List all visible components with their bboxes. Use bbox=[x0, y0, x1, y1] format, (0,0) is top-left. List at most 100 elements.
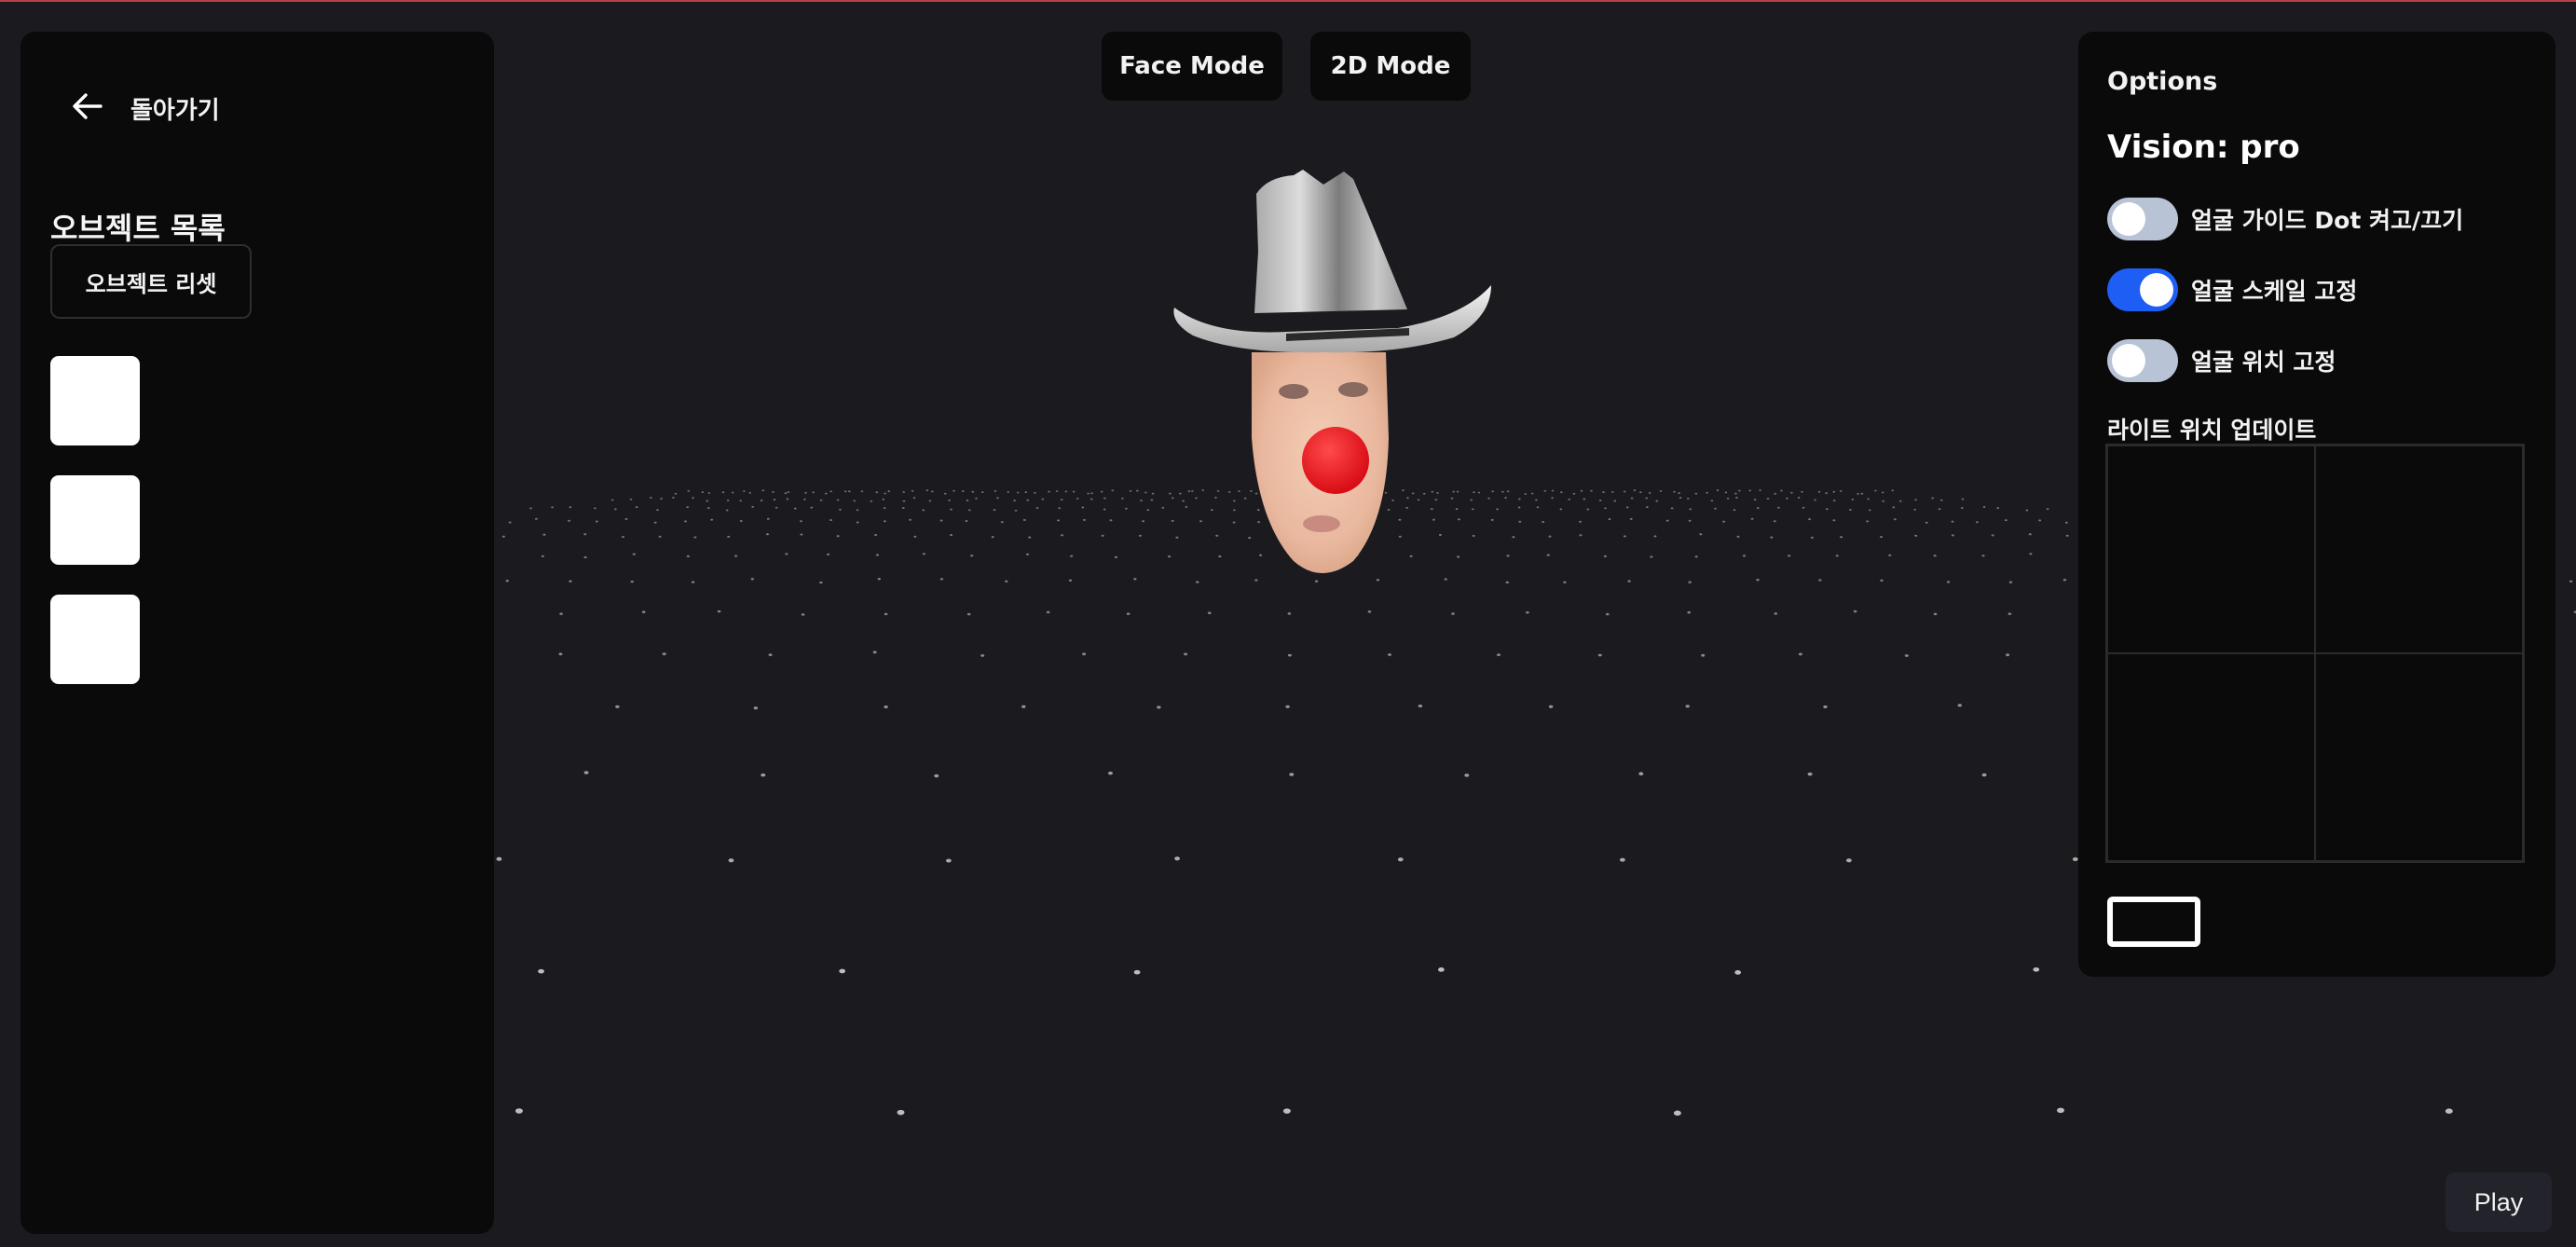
face-scale-lock-toggle[interactable] bbox=[2107, 268, 2178, 311]
floor-dot bbox=[1853, 610, 1857, 613]
floor-dot bbox=[824, 492, 828, 495]
floor-dot bbox=[569, 506, 572, 509]
floor-dot bbox=[1891, 489, 1895, 492]
floor-dot bbox=[1832, 490, 1836, 493]
floor-dot bbox=[1655, 500, 1659, 502]
2d-mode-button[interactable]: 2D Mode bbox=[1310, 32, 1471, 101]
floor-dot bbox=[943, 492, 947, 495]
floor-dot bbox=[922, 553, 926, 555]
light-preview-button[interactable] bbox=[2107, 897, 2200, 947]
floor-dot bbox=[1430, 508, 1433, 511]
floor-dot bbox=[1810, 536, 1814, 539]
object-thumbnail[interactable] bbox=[50, 475, 140, 565]
floor-dot bbox=[1151, 492, 1155, 495]
floor-dot bbox=[1432, 518, 1435, 521]
floor-dot bbox=[1645, 506, 1649, 509]
floor-dot bbox=[743, 490, 746, 492]
floor-dot bbox=[1101, 534, 1104, 537]
floor-dot bbox=[1961, 498, 1965, 500]
floor-dot bbox=[1893, 518, 1897, 521]
floor-dot bbox=[1434, 499, 1438, 501]
floor-dot bbox=[966, 500, 969, 501]
floor-dot bbox=[1477, 491, 1481, 494]
floor-dot bbox=[656, 509, 659, 512]
floor-dot bbox=[902, 491, 906, 493]
floor-dot bbox=[1496, 653, 1501, 656]
light-cell-bottom-left[interactable] bbox=[2107, 653, 2315, 861]
floor-dot bbox=[1868, 509, 1871, 512]
floor-dot bbox=[1402, 489, 1404, 492]
floor-dot bbox=[1068, 579, 1073, 582]
floor-dot bbox=[583, 555, 587, 559]
floor-dot bbox=[1583, 498, 1586, 500]
floor-dot bbox=[1888, 554, 1892, 556]
floor-dot bbox=[1560, 491, 1563, 494]
floor-dot bbox=[551, 506, 554, 509]
floor-dot bbox=[1070, 555, 1074, 557]
floor-dot bbox=[856, 521, 859, 524]
object-thumbnail[interactable] bbox=[50, 595, 140, 684]
floor-dot bbox=[1613, 500, 1617, 502]
floor-dot bbox=[1548, 705, 1554, 708]
play-button[interactable]: Play bbox=[2446, 1172, 2552, 1232]
floor-dot bbox=[1817, 490, 1821, 493]
floor-dot bbox=[1100, 490, 1103, 493]
floor-dot bbox=[1914, 534, 1918, 537]
floor-dot bbox=[1630, 497, 1634, 500]
floor-dot bbox=[674, 492, 678, 495]
floor-dot bbox=[1563, 581, 1567, 583]
floor-dot bbox=[930, 490, 934, 493]
floor-dot bbox=[761, 489, 765, 492]
floor-dot bbox=[1138, 534, 1142, 537]
floor-dot bbox=[787, 491, 790, 494]
floor-dot bbox=[1491, 490, 1495, 493]
floor-dot bbox=[1232, 521, 1236, 524]
floor-dot bbox=[1496, 508, 1499, 511]
floor-dot bbox=[1233, 509, 1236, 512]
light-cell-bottom-right[interactable] bbox=[2315, 653, 2523, 861]
floor-dot bbox=[629, 498, 633, 500]
floor-dot bbox=[1083, 518, 1086, 521]
object-thumbnail[interactable] bbox=[50, 356, 140, 445]
floor-dot bbox=[1839, 489, 1843, 492]
floor-dot bbox=[534, 517, 538, 520]
floor-dot bbox=[1218, 555, 1222, 558]
floor-dot bbox=[829, 519, 833, 521]
floor-dot bbox=[1227, 491, 1231, 493]
face-mode-button[interactable]: Face Mode bbox=[1102, 32, 1282, 101]
light-cell-top-right[interactable] bbox=[2315, 445, 2523, 653]
light-cell-top-left[interactable] bbox=[2107, 445, 2315, 653]
floor-dot bbox=[2057, 1107, 2064, 1114]
floor-dot bbox=[731, 491, 734, 494]
floor-dot bbox=[1405, 506, 1408, 509]
face-guide-dot-toggle[interactable] bbox=[2107, 198, 2178, 240]
floor-dot bbox=[1490, 518, 1494, 521]
face-guide-dot-label: 얼굴 가이드 Dot 켜고/끄기 bbox=[2191, 207, 2464, 234]
floor-dot bbox=[965, 520, 968, 522]
floor-dot bbox=[773, 499, 776, 501]
face-position-lock-label: 얼굴 위치 고정 bbox=[2191, 349, 2336, 376]
floor-dot bbox=[911, 489, 914, 492]
floor-dot bbox=[1126, 612, 1130, 615]
floor-dot bbox=[1788, 555, 1791, 557]
floor-dot bbox=[2033, 966, 2040, 972]
object-list-title: 오브젝트 목록 bbox=[50, 211, 226, 246]
floor-dot bbox=[1046, 610, 1050, 614]
floor-dot bbox=[529, 507, 532, 510]
face-position-lock-toggle[interactable] bbox=[2107, 339, 2178, 382]
floor-dot bbox=[939, 519, 943, 522]
floor-dot bbox=[793, 507, 797, 510]
floor-dot bbox=[827, 553, 830, 556]
floor-dot bbox=[726, 499, 730, 501]
floor-dot bbox=[1028, 536, 1032, 539]
floor-dot bbox=[1013, 500, 1016, 501]
floor-dot bbox=[1774, 492, 1777, 495]
floor-dot bbox=[975, 497, 978, 500]
floor-dot bbox=[1748, 489, 1752, 492]
object-reset-button[interactable]: 오브젝트 리셋 bbox=[50, 244, 252, 319]
floor-dot bbox=[1572, 492, 1576, 495]
floor-dot bbox=[860, 490, 864, 493]
floor-dot bbox=[1689, 508, 1692, 511]
floor-dot bbox=[1058, 507, 1062, 510]
back-button[interactable]: 돌아가기 bbox=[69, 86, 220, 130]
